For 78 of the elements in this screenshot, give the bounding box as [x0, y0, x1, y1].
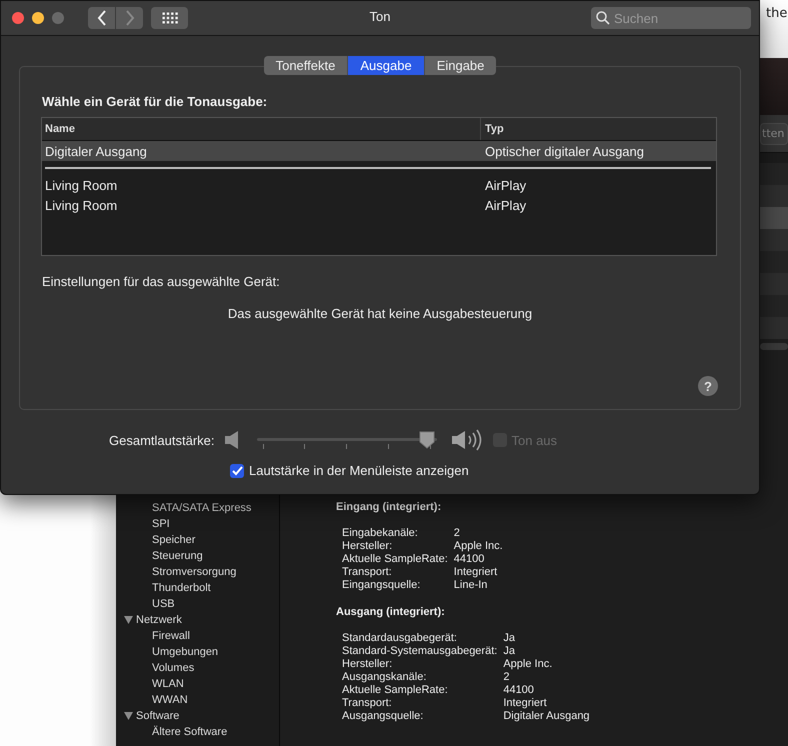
scrollbar[interactable]	[760, 343, 788, 350]
tab[interactable]: Eingabe	[424, 56, 496, 75]
sidebar-item[interactable]: WLAN	[116, 676, 184, 692]
property-value: 44100	[503, 684, 535, 697]
section-heading: Wähle ein Gerät für die Tonausgabe:	[42, 94, 268, 109]
section-title: Eingang (integriert):	[336, 500, 442, 514]
sidebar-item[interactable]: SATA/SATA Express	[116, 500, 252, 516]
property-label: Ausgangskanäle:	[342, 671, 428, 684]
property-value: Line-In	[454, 579, 488, 592]
sidebar-item[interactable]: Ältere Software	[116, 724, 228, 740]
property-value: Apple Inc.	[503, 658, 554, 671]
property-label: Transport:	[342, 697, 393, 710]
back-button[interactable]	[88, 7, 115, 29]
grid-icon	[162, 12, 178, 24]
tab[interactable]: Ausgabe	[348, 56, 425, 75]
section-title: Ausgang (integriert):	[336, 605, 446, 619]
slider-thumb[interactable]	[418, 431, 435, 449]
table-row[interactable]: Living Room AirPlay	[42, 175, 716, 195]
sidebar-item[interactable]: Umgebungen	[116, 644, 218, 660]
property-label: Transport:	[342, 566, 393, 579]
sidebar-item[interactable]: Firewall	[116, 628, 190, 644]
table-cell-text: Living Room	[44, 198, 118, 212]
property-label: Ausgangsquelle:	[342, 710, 424, 723]
table-cell-text: AirPlay	[484, 198, 526, 212]
tab[interactable]: Toneffekte	[264, 56, 348, 75]
close-button[interactable]	[12, 12, 24, 24]
show-all-button[interactable]	[151, 7, 188, 29]
sidebar-item[interactable]: WWAN	[116, 692, 188, 708]
property-label: Eingabekanäle:	[342, 527, 419, 540]
property-value: Integriert	[503, 697, 548, 710]
info-message: Das ausgewählte Gerät hat keine Ausgabesteuerung	[226, 306, 534, 321]
volume-slider[interactable]	[256, 430, 436, 450]
sidebar-item[interactable]: Software	[136, 708, 180, 724]
property-label: Standard-Systemausgabegerät:	[342, 645, 498, 658]
sidebar-item[interactable]: Netzwerk	[136, 612, 182, 628]
sidebar-item[interactable]: Steuerung	[116, 548, 203, 564]
property-value: Apple Inc.	[454, 540, 503, 553]
checkbox-label: Ton aus	[512, 432, 558, 448]
table-cell-text: Optischer digitaler Ausgang	[484, 144, 644, 158]
table-cell-text: Living Room	[44, 178, 118, 192]
property-value: 2	[503, 671, 510, 684]
sidebar-item[interactable]: USB	[116, 596, 175, 612]
property-label: Hersteller:	[342, 658, 394, 671]
property-value: 2	[454, 527, 461, 540]
property-value: Digitaler Ausgang	[503, 710, 590, 723]
table-cell-text: Digitaler Ausgang	[44, 144, 148, 158]
property-value: Ja	[503, 645, 516, 658]
window-text: the	[766, 6, 788, 21]
table-cell-text: AirPlay	[484, 178, 526, 192]
settings-label: Einstellungen für das ausgewählte Gerät:	[42, 274, 281, 289]
property-label: Aktuelle SampleRate:	[342, 684, 449, 697]
property-label: Aktuelle SampleRate:	[342, 553, 448, 566]
checkbox-label: Lautstärke in der Menüleiste anzeigen	[249, 463, 469, 478]
property-label: Hersteller:	[342, 540, 394, 553]
table-row[interactable]: Digitaler Ausgang Optischer digitaler Ausgang	[42, 141, 716, 161]
help-button[interactable]: ?	[698, 376, 718, 396]
property-label: Eingangsquelle:	[342, 579, 422, 592]
sidebar-item[interactable]: Speicher	[116, 532, 196, 548]
sidebar-item[interactable]: Stromversorgung	[116, 564, 236, 580]
column-header[interactable]: Name	[42, 123, 480, 135]
property-value: 44100	[454, 553, 486, 566]
volume-label: Gesamtlautstärke:	[109, 432, 214, 448]
sidebar-item[interactable]: Thunderbolt	[116, 580, 211, 596]
sidebar-item[interactable]: Volumes	[116, 660, 194, 676]
chevron-right-icon	[124, 10, 134, 26]
table-row[interactable]: Living Room AirPlay	[42, 195, 716, 215]
speaker-loud-icon	[452, 428, 484, 452]
menu-bar-checkbox[interactable]	[230, 464, 244, 478]
chevron-left-icon	[96, 10, 106, 26]
property-label: Standardausgabegerät:	[342, 632, 458, 645]
minimize-button[interactable]	[32, 12, 44, 24]
property-value: Integriert	[454, 566, 498, 579]
sidebar-item[interactable]: SPI	[116, 516, 170, 532]
property-value: Ja	[503, 632, 516, 645]
column-header[interactable]: Typ	[480, 118, 504, 140]
speaker-icon	[224, 431, 238, 449]
search-field[interactable]: Suchen	[591, 7, 751, 29]
window-title: Ton	[368, 9, 392, 24]
